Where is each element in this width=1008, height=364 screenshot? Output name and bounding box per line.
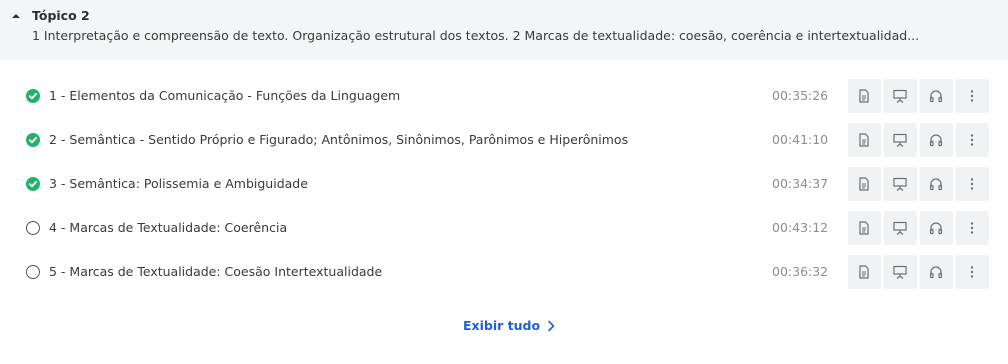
headphones-icon bbox=[929, 222, 943, 235]
lesson-duration: 00:34:37 bbox=[772, 176, 829, 191]
headphones-icon bbox=[929, 134, 943, 147]
pdf-button[interactable] bbox=[848, 167, 881, 201]
pdf-button[interactable] bbox=[848, 255, 881, 289]
chevron-right-icon bbox=[548, 320, 555, 332]
lesson-duration: 00:43:12 bbox=[772, 220, 829, 235]
slides-icon bbox=[893, 221, 907, 235]
lesson-title[interactable]: 2 - Semântica - Sentido Próprio e Figura… bbox=[49, 132, 628, 147]
more-options-button[interactable] bbox=[956, 123, 989, 157]
more-options-button[interactable] bbox=[956, 167, 989, 201]
more-vertical-icon bbox=[970, 90, 974, 102]
slides-button[interactable] bbox=[884, 255, 917, 289]
document-icon bbox=[859, 133, 869, 147]
pdf-button[interactable] bbox=[848, 211, 881, 245]
lesson-row[interactable]: 4 - Marcas de Textualidade: Coerência 00… bbox=[0, 210, 1008, 246]
headphones-icon bbox=[929, 178, 943, 191]
document-icon bbox=[859, 265, 869, 279]
headphones-icon bbox=[929, 90, 943, 103]
more-vertical-icon bbox=[970, 134, 974, 146]
lesson-duration: 00:41:10 bbox=[772, 132, 829, 147]
more-options-button[interactable] bbox=[956, 255, 989, 289]
more-options-button[interactable] bbox=[956, 79, 989, 113]
audio-button[interactable] bbox=[920, 211, 953, 245]
completed-check-icon bbox=[26, 177, 40, 191]
pdf-button[interactable] bbox=[848, 79, 881, 113]
lesson-duration: 00:35:26 bbox=[772, 88, 829, 103]
audio-button[interactable] bbox=[920, 167, 953, 201]
lesson-title[interactable]: 5 - Marcas de Textualidade: Coesão Inter… bbox=[49, 264, 382, 279]
topic-header: Tópico 2 1 Interpretação e compreensão d… bbox=[0, 0, 1008, 60]
caret-up-icon bbox=[12, 14, 20, 18]
incomplete-circle-icon bbox=[26, 265, 40, 279]
collapse-toggle[interactable] bbox=[8, 8, 24, 24]
lesson-title[interactable]: 4 - Marcas de Textualidade: Coerência bbox=[49, 220, 287, 235]
topic-title: Tópico 2 bbox=[32, 8, 90, 23]
completed-check-icon bbox=[26, 89, 40, 103]
more-options-button[interactable] bbox=[956, 211, 989, 245]
show-all-link[interactable]: Exibir tudo bbox=[463, 318, 556, 333]
document-icon bbox=[859, 177, 869, 191]
headphones-icon bbox=[929, 266, 943, 279]
completed-check-icon bbox=[26, 133, 40, 147]
slides-icon bbox=[893, 265, 907, 279]
slides-button[interactable] bbox=[884, 123, 917, 157]
slides-icon bbox=[893, 177, 907, 191]
topic-description: 1 Interpretação e compreensão de texto. … bbox=[32, 28, 920, 43]
slides-icon bbox=[893, 133, 907, 147]
lesson-row[interactable]: 1 - Elementos da Comunicação - Funções d… bbox=[0, 78, 1008, 114]
lesson-title[interactable]: 1 - Elementos da Comunicação - Funções d… bbox=[49, 88, 400, 103]
lesson-row[interactable]: 3 - Semântica: Polissemia e Ambiguidade … bbox=[0, 166, 1008, 202]
audio-button[interactable] bbox=[920, 123, 953, 157]
lesson-row[interactable]: 5 - Marcas de Textualidade: Coesão Inter… bbox=[0, 254, 1008, 290]
lesson-title[interactable]: 3 - Semântica: Polissemia e Ambiguidade bbox=[49, 176, 308, 191]
document-icon bbox=[859, 89, 869, 103]
slides-button[interactable] bbox=[884, 79, 917, 113]
slides-icon bbox=[893, 89, 907, 103]
document-icon bbox=[859, 221, 869, 235]
lesson-row[interactable]: 2 - Semântica - Sentido Próprio e Figura… bbox=[0, 122, 1008, 158]
slides-button[interactable] bbox=[884, 167, 917, 201]
more-vertical-icon bbox=[970, 178, 974, 190]
more-vertical-icon bbox=[970, 266, 974, 278]
incomplete-circle-icon bbox=[26, 221, 40, 235]
audio-button[interactable] bbox=[920, 79, 953, 113]
audio-button[interactable] bbox=[920, 255, 953, 289]
pdf-button[interactable] bbox=[848, 123, 881, 157]
slides-button[interactable] bbox=[884, 211, 917, 245]
show-all-label: Exibir tudo bbox=[463, 318, 541, 333]
more-vertical-icon bbox=[970, 222, 974, 234]
lesson-duration: 00:36:32 bbox=[772, 264, 829, 279]
